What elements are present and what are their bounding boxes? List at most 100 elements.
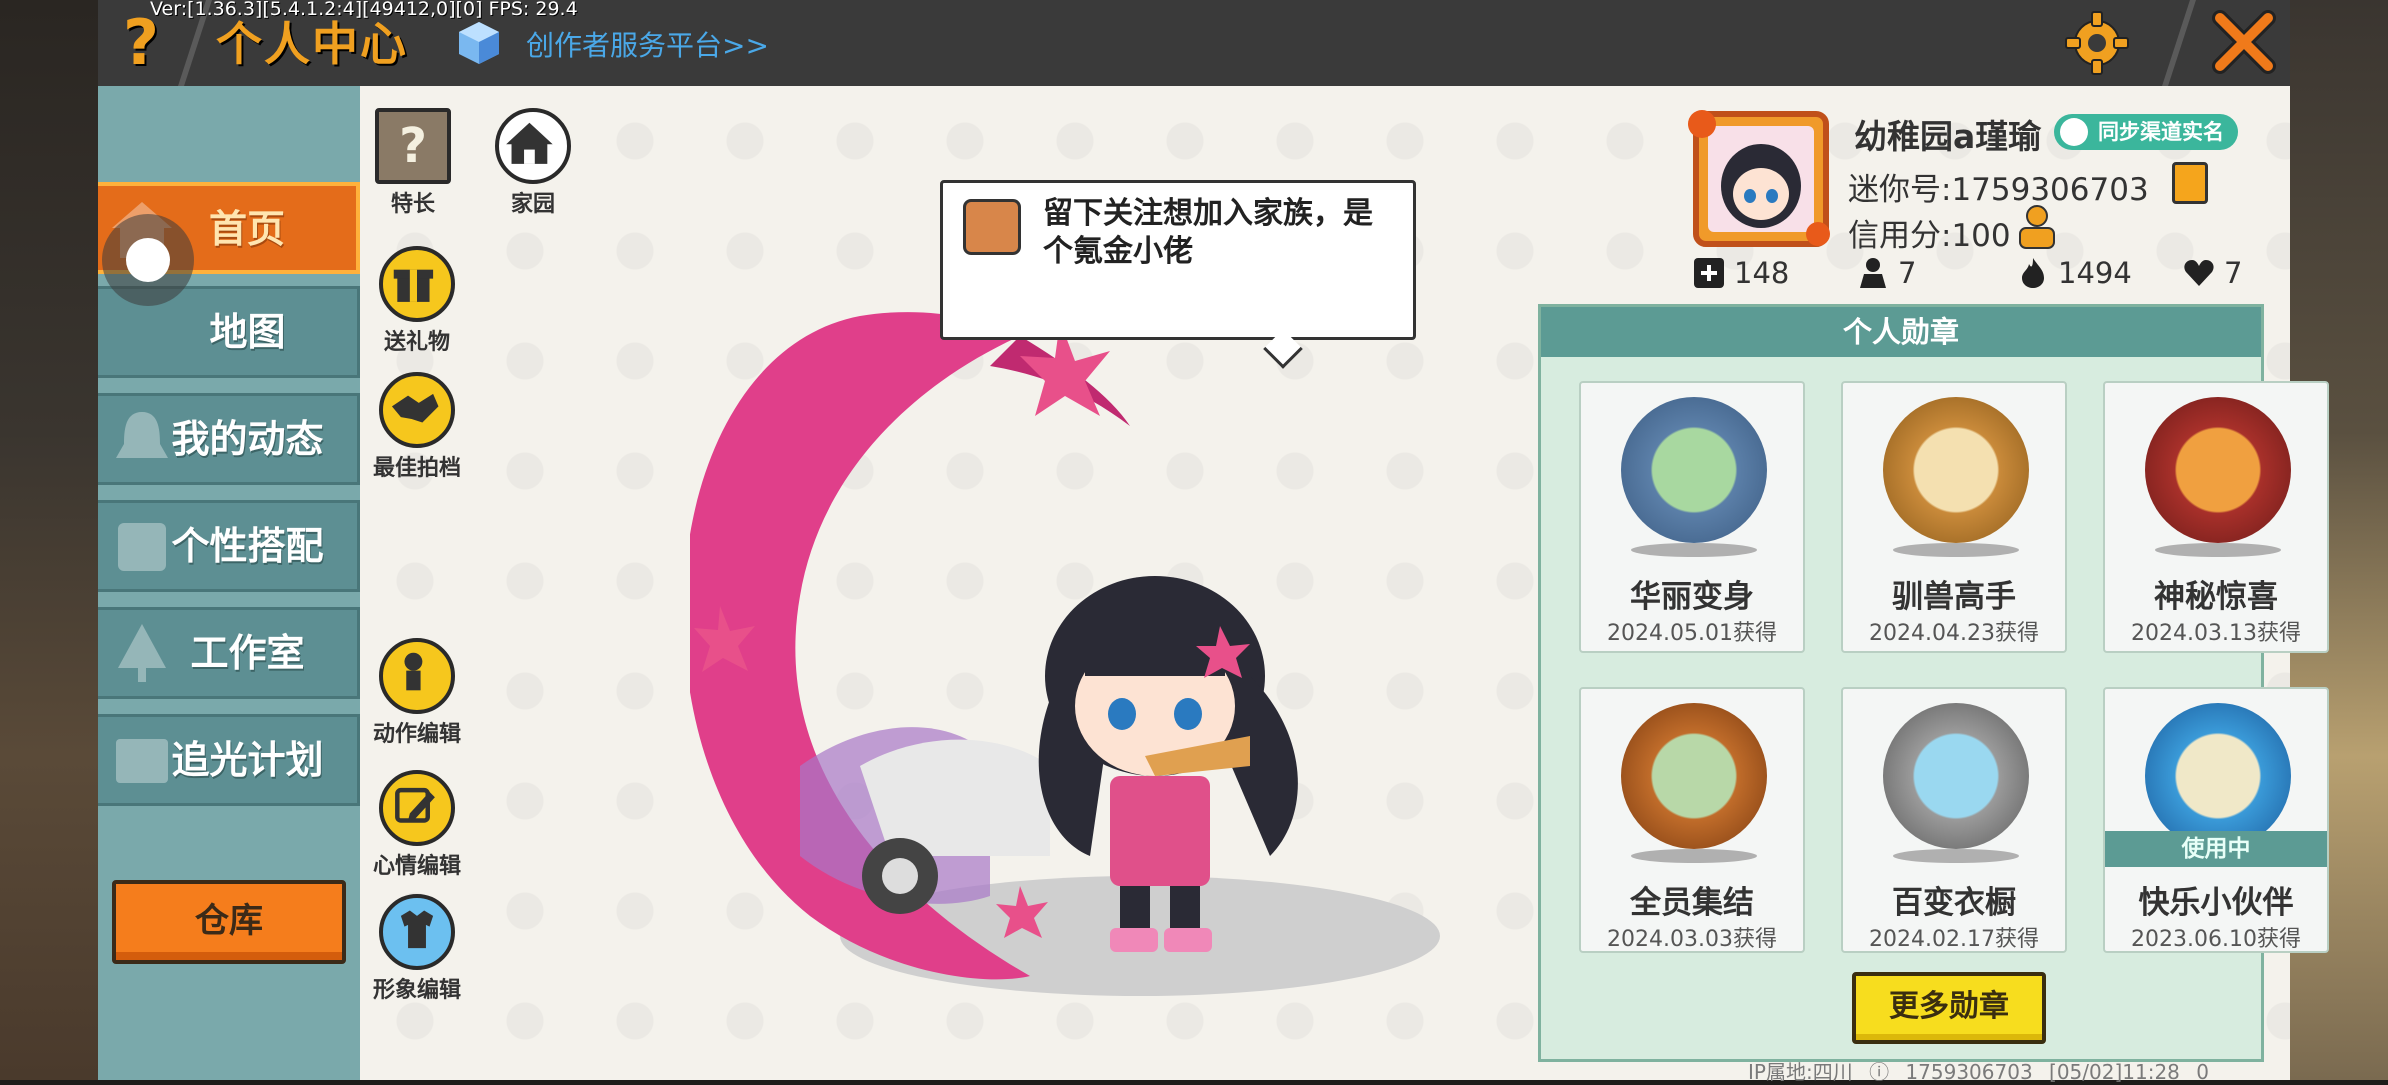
image-edit-label: 形象编辑 [372,978,461,1003]
sidebar-item-label: 工作室 [190,631,305,675]
stat-heat[interactable]: 1494 [2016,256,2132,290]
mini-id: 迷你号:1759306703 [1848,172,2149,208]
medal-shadow [1893,543,2019,557]
medal-card[interactable]: 全员集结 2024.03.03获得 [1579,687,1805,953]
medal-date: 2024.02.17获得 [1869,927,2039,952]
eye-left [1108,698,1136,730]
chat-face-icon [963,199,1021,255]
storage-button[interactable]: 仓库 [112,880,346,964]
gift-icon [379,246,455,322]
medal-name: 全员集结 [1630,885,1754,921]
best-partner-label: 最佳拍档 [372,456,461,481]
medal-icon [1621,703,1767,849]
profile-window: ? 个人中心 创作者服务平台>> Ver:[1.36.3][5.4.1.2:4]… [98,0,2329,1084]
stat-posts-value: 148 [1734,256,1790,290]
wheel-rim [882,858,918,894]
joystick-knob[interactable] [126,238,170,282]
medal-card[interactable]: 使用中 快乐小伙伴 2023.06.10获得 [2103,687,2329,953]
talent-label: 特长 [390,192,435,217]
sidebar-item-outfit[interactable]: 个性搭配 [98,500,360,592]
medal-date: 2024.03.13获得 [2131,621,2301,646]
medal-icon [2145,703,2291,849]
medal-icon [1621,397,1767,543]
medal-panel: 个人勋章 华丽变身 2024.05.01获得 驯兽高手 2024.04.23获得… [1538,304,2329,1062]
medal-name: 华丽变身 [1630,579,1754,615]
credit-person-icon[interactable] [2016,204,2058,250]
medal-name: 神秘惊喜 [2154,579,2278,615]
talent-button[interactable]: ? 特长 [358,108,468,218]
copy-icon[interactable] [2172,162,2208,204]
user-check-icon [2060,118,2088,146]
credit-score: 信用分:100 [1848,218,2011,254]
background-left [0,0,100,1080]
sidebar-item-feed[interactable]: 我的动态 [98,393,360,485]
floating-joystick[interactable] [102,214,194,306]
in-use-badge: 使用中 [2105,831,2327,867]
send-gift-button[interactable]: 送礼物 [362,246,472,356]
topbar-divider [2162,0,2196,86]
mood-edit-label: 心情编辑 [372,854,461,879]
action-edit-label: 动作编辑 [372,722,461,747]
stat-follows[interactable]: 7 [1856,256,1916,290]
best-partner-button[interactable]: 最佳拍档 [362,372,472,482]
more-medals-button[interactable]: 更多勋章 [1852,972,2046,1044]
image-edit-button[interactable]: 形象编辑 [362,894,472,1004]
signature-bubble[interactable]: 留下关注想加入家族，是个氪金小佬 [940,180,1416,369]
medal-name: 快乐小伙伴 [2138,885,2294,921]
info-icon[interactable]: ⓘ [1869,1060,1889,1084]
shoe-right [1164,928,1212,952]
top-bar: ? 个人中心 创作者服务平台>> Ver:[1.36.3][5.4.1.2:4]… [98,0,2290,86]
footer-time: [05/02]11:28 0 [2049,1060,2209,1084]
medal-name: 百变衣橱 [1892,885,2016,921]
ip-location: IP属地:四川 [1748,1060,1853,1084]
stat-posts[interactable]: 148 [1692,256,1789,290]
mood-edit-button[interactable]: 心情编辑 [362,770,472,880]
edit-pencil-icon [379,770,455,846]
gear-icon[interactable] [2064,10,2130,76]
medal-shadow [1631,543,1757,557]
person-icon [1860,258,1886,288]
version-text: Ver:[1.36.3][5.4.1.2:4][49412,0][0] FPS:… [150,0,578,20]
realname-badge-label: 同步渠道实名 [2098,120,2224,144]
question-mark-glyph: ? [399,118,427,174]
medal-panel-title: 个人勋章 [1541,307,2261,357]
dress [1110,776,1210,886]
medal-icon [2145,397,2291,543]
medal-card[interactable]: 华丽变身 2024.05.01获得 [1579,381,1805,653]
sidebar-item-studio[interactable]: 工作室 [98,607,360,699]
stat-heat-value: 1494 [2058,256,2132,290]
handshake-icon [379,372,455,448]
medal-date: 2024.03.03获得 [1607,927,1777,952]
flame-icon [2022,258,2044,288]
medal-card[interactable]: 百变衣橱 2024.02.17获得 [1841,687,2067,953]
stat-follows-value: 7 [1898,256,1917,290]
realname-badge[interactable]: 同步渠道实名 [2054,114,2238,150]
sidebar-item-label: 我的动态 [171,417,324,461]
plus-square-icon [1694,258,1724,288]
stat-likes-value: 7 [2224,256,2243,290]
sidebar-item-label: 个性搭配 [171,524,324,568]
medal-icon [1883,397,2029,543]
car-front [860,739,1050,856]
medal-shadow [1893,849,2019,863]
sidebar-item-lightchase[interactable]: 追光计划 [98,714,360,806]
footer-info: IP属地:四川 ⓘ 1759306703 [05/02]11:28 0 [1748,1056,2209,1085]
creator-platform-link[interactable]: 创作者服务平台>> [526,24,769,64]
character-showcase [690,312,1440,996]
medal-date: 2023.06.10获得 [2131,927,2301,952]
action-figure-icon [379,638,455,714]
eye-right [1174,698,1202,730]
stat-likes[interactable]: 7 [2182,256,2242,290]
close-icon[interactable] [2210,8,2278,76]
signature-text: 留下关注想加入家族，是个氪金小佬 [1043,196,1373,269]
medal-date: 2024.04.23获得 [1869,621,2039,646]
cube-icon[interactable] [456,20,502,66]
action-edit-button[interactable]: 动作编辑 [362,638,472,748]
homeland-button[interactable]: 家园 [478,108,588,218]
sidebar-item-label: 追光计划 [171,738,324,782]
avatar[interactable] [1688,104,1836,252]
medal-card[interactable]: 驯兽高手 2024.04.23获得 [1841,381,2067,653]
medal-name: 驯兽高手 [1892,579,2016,615]
medal-card[interactable]: 神秘惊喜 2024.03.13获得 [2103,381,2329,653]
house-icon [495,108,571,184]
